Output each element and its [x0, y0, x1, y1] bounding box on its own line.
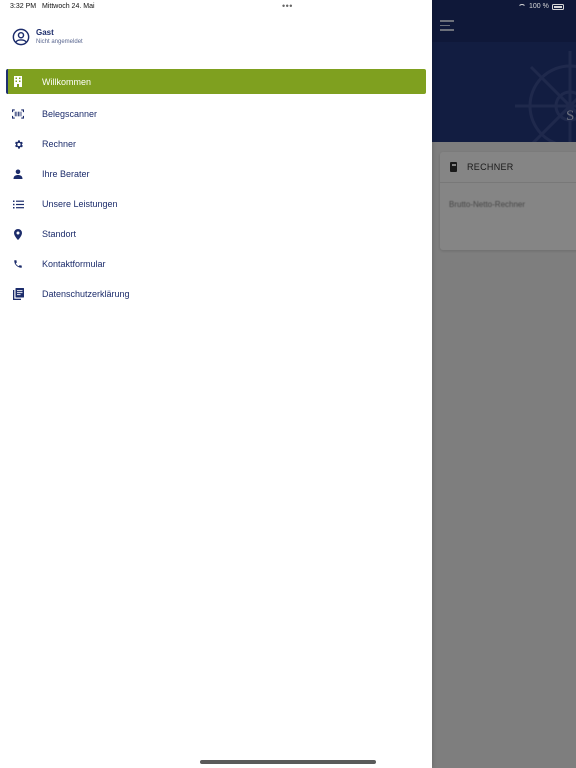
nav-label: Willkommen	[42, 76, 92, 87]
nav-item-standort[interactable]: Standort	[6, 219, 426, 249]
nav-item-unsere-leistungen[interactable]: Unsere Leistungen	[6, 189, 426, 219]
nav-menu: Willkommen Belegscanner Rechner Ihre Ber…	[6, 69, 426, 309]
nav-item-kontaktformular[interactable]: Kontaktformular	[6, 249, 426, 279]
list-icon	[12, 198, 24, 210]
user-text: Gast Nicht angemeldet	[36, 28, 83, 46]
nav-item-rechner[interactable]: Rechner	[6, 129, 426, 159]
barcode-scanner-icon	[12, 108, 24, 120]
document-icon	[12, 288, 24, 300]
nav-label: Ihre Berater	[42, 169, 90, 179]
nav-label: Kontaktformular	[42, 259, 106, 269]
nav-item-ihre-berater[interactable]: Ihre Berater	[6, 159, 426, 189]
battery-icon	[551, 3, 564, 10]
wifi-icon	[518, 3, 526, 10]
location-pin-icon	[12, 228, 24, 240]
battery-text: 100 %	[529, 3, 549, 10]
login-status: Nicht angemeldet	[36, 39, 83, 45]
status-right: 100 %	[518, 3, 564, 10]
nav-label: Rechner	[42, 139, 77, 149]
nav-item-datenschutzerklaerung[interactable]: Datenschutzerklärung	[6, 279, 426, 309]
gear-icon	[12, 138, 24, 150]
nav-label: Standort	[42, 229, 77, 239]
nav-label: Unsere Leistungen	[42, 199, 118, 209]
status-date: Mittwoch 24. Mai	[42, 3, 95, 10]
user-name: Gast	[36, 28, 54, 37]
nav-label: Belegscanner	[42, 109, 98, 119]
building-icon	[12, 76, 24, 88]
nav-label: Datenschutzerklärung	[42, 289, 130, 299]
navigation-drawer: 3:32 PM Mittwoch 24. Mai ••• Gast Nicht …	[0, 0, 432, 768]
multitasking-dots[interactable]: •••	[282, 1, 293, 11]
nav-item-belegscanner[interactable]: Belegscanner	[6, 99, 426, 129]
status-time: 3:32 PM	[10, 3, 37, 10]
phone-icon	[12, 258, 24, 270]
nav-item-willkommen[interactable]: Willkommen	[6, 69, 426, 94]
account-circle-icon	[12, 28, 30, 46]
home-indicator[interactable]	[200, 760, 376, 764]
user-header[interactable]: Gast Nicht angemeldet	[12, 28, 83, 46]
person-icon	[12, 168, 24, 180]
